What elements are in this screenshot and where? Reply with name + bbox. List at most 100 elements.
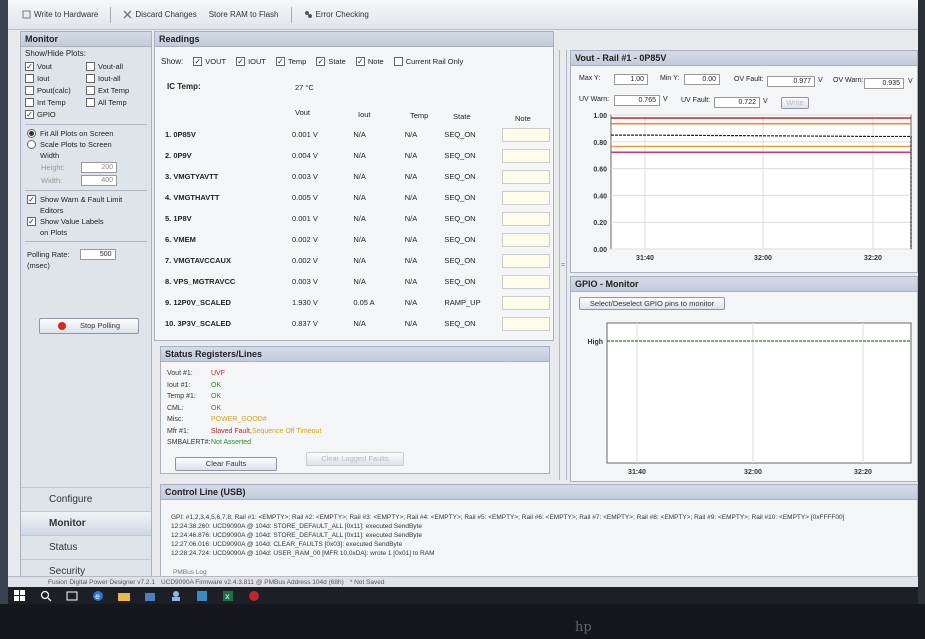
show-temp-checkbox[interactable]: ✓ Temp bbox=[276, 57, 306, 66]
rail-iout: N/A bbox=[353, 319, 366, 328]
plot-checkbox-all-temp[interactable]: All Temp bbox=[86, 98, 147, 107]
note-cell bbox=[502, 250, 550, 271]
people-icon[interactable] bbox=[170, 590, 182, 602]
select-gpio-pins-button[interactable]: Select/Deselect GPIO pins to monitor bbox=[579, 297, 725, 310]
nav-monitor[interactable]: Monitor bbox=[21, 511, 151, 535]
x-tick-label: 31:40 bbox=[628, 469, 646, 476]
app-icon[interactable] bbox=[196, 590, 208, 602]
readings-row: 8. VPS_MGTRAVCC 0.003 V N/A N/A SEQ_ON bbox=[165, 271, 550, 292]
excel-icon[interactable]: x bbox=[222, 590, 234, 602]
note-input[interactable] bbox=[502, 274, 550, 289]
note-input[interactable] bbox=[502, 295, 550, 310]
status-key: CML: bbox=[167, 404, 184, 412]
rail-name: 9. 12P0V_SCALED bbox=[165, 298, 231, 307]
status-value: OK bbox=[211, 393, 222, 401]
readings-panel: Readings Show: ✓ VOUT ✓ IOUT ✓ Temp ✓ State … bbox=[154, 31, 554, 341]
show-state-checkbox[interactable]: ✓ State bbox=[316, 57, 346, 66]
current-rail-only-checkbox[interactable]: Current Rail Only bbox=[393, 57, 463, 66]
readings-row: 3. VMGTYAVTT 0.003 V N/A N/A SEQ_ON bbox=[165, 166, 550, 187]
monitor-bezel: hp bbox=[0, 604, 925, 639]
firmware-info: UCD9090A Firmware v2.4.3.811 @ PMBus Add… bbox=[160, 578, 344, 586]
task-view-icon[interactable] bbox=[66, 590, 78, 602]
write-to-hardware-button[interactable]: Write to Hardware bbox=[18, 8, 102, 21]
note-input[interactable] bbox=[502, 232, 550, 247]
plot-checkbox-pout[interactable]: Pout(calc) bbox=[25, 86, 86, 95]
file-explorer-icon[interactable] bbox=[118, 590, 130, 602]
store-ram-to-flash-button[interactable]: Store RAM to Flash bbox=[205, 8, 283, 21]
min-y-input[interactable]: 0.00 bbox=[684, 74, 720, 85]
show-iout-checkbox[interactable]: ✓ IOUT bbox=[236, 57, 266, 66]
checkbox-icon bbox=[25, 98, 34, 107]
show-value-labels-checkbox[interactable]: ✓ Show Value Labels bbox=[21, 216, 151, 227]
nav-status[interactable]: Status bbox=[21, 535, 151, 559]
note-input[interactable] bbox=[502, 190, 550, 205]
note-cell bbox=[502, 124, 550, 145]
error-checking-button[interactable]: Error Checking bbox=[300, 8, 373, 21]
plot-checkbox-vout[interactable]: ✓ Vout bbox=[25, 62, 86, 71]
write-icon bbox=[22, 10, 31, 19]
status-row: Mfr #1: Slaved Fault, Sequence Off Timeou… bbox=[161, 426, 549, 438]
checkbox-icon bbox=[86, 98, 95, 107]
ov-fault-label: OV Fault: bbox=[734, 76, 764, 83]
fit-all-plots-radio[interactable]: Fit All Plots on Screen bbox=[21, 128, 151, 139]
note-input[interactable] bbox=[502, 127, 550, 142]
search-icon[interactable] bbox=[40, 590, 52, 602]
checkbox-checked-icon: ✓ bbox=[27, 194, 36, 204]
rail-state: SEQ_ON bbox=[444, 151, 476, 160]
ov-fault-input[interactable]: 0.977 bbox=[767, 76, 815, 87]
fusion-designer-icon[interactable] bbox=[248, 590, 260, 602]
plot-checkbox-iout[interactable]: Iout bbox=[25, 74, 86, 83]
rail-temp: N/A bbox=[404, 214, 418, 223]
height-row: Height: 200 bbox=[21, 161, 151, 174]
uv-warn-input[interactable]: 0.765 bbox=[614, 95, 660, 106]
rail-state: SEQ_ON bbox=[444, 214, 476, 223]
width-input[interactable]: 400 bbox=[81, 175, 117, 186]
polling-rate-input[interactable]: 500 bbox=[79, 249, 116, 260]
height-input[interactable]: 200 bbox=[81, 162, 117, 173]
log-line: 12:27:06.016: UCD9090A @ 104d: CLEAR_FAU… bbox=[171, 541, 403, 548]
plot-checkbox-int-temp[interactable]: Int Temp bbox=[25, 98, 86, 107]
write-limits-button[interactable]: Write bbox=[781, 97, 809, 109]
readings-row: 5. 1P8V 0.001 V N/A N/A SEQ_ON bbox=[165, 208, 550, 229]
uv-fault-input[interactable]: 0.722 bbox=[714, 97, 760, 108]
windows-start-icon[interactable] bbox=[14, 589, 26, 602]
checkbox-icon bbox=[393, 57, 403, 66]
edge-browser-icon[interactable]: e bbox=[92, 590, 104, 602]
gpio-chart-plot: 31:40 32:00 32:20 High bbox=[587, 322, 912, 476]
pmbus-log-link[interactable]: PMBus Log bbox=[173, 569, 207, 576]
col-header-vout: Vout bbox=[295, 108, 311, 117]
readings-show-options: Show: ✓ VOUT ✓ IOUT ✓ Temp ✓ State ✓ Note Cur… bbox=[161, 56, 464, 66]
note-input[interactable] bbox=[502, 148, 550, 163]
note-input[interactable] bbox=[502, 253, 550, 268]
show-note-checkbox[interactable]: ✓ Note bbox=[355, 57, 384, 66]
clear-logged-faults-button[interactable]: Clear Logged Faults bbox=[306, 452, 404, 466]
note-cell bbox=[502, 313, 550, 334]
show-warn-fault-checkbox[interactable]: ✓ Show Warn & Fault Limit bbox=[21, 194, 151, 205]
stop-polling-button[interactable]: Stop Polling bbox=[39, 318, 139, 334]
discard-changes-button[interactable]: Discard Changes bbox=[119, 8, 200, 21]
app-version: Fusion Digital Power Designer v7.2.1 bbox=[48, 578, 155, 586]
plot-checkbox-iout-all[interactable]: Iout-all bbox=[86, 74, 147, 83]
scale-plots-radio[interactable]: Scale Plots to Screen bbox=[21, 139, 151, 150]
nav-configure[interactable]: Configure bbox=[21, 487, 151, 511]
note-input[interactable] bbox=[502, 169, 550, 184]
plot-checkbox-ext-temp[interactable]: Ext Temp bbox=[86, 86, 147, 95]
plot-checkbox-vout-all[interactable]: Vout-all bbox=[86, 62, 147, 71]
checkbox-checked-icon: ✓ bbox=[316, 56, 326, 66]
y-tick-label: 0.20 bbox=[593, 220, 607, 227]
note-input[interactable] bbox=[502, 316, 550, 331]
splitter-handle[interactable]: = bbox=[559, 50, 567, 480]
clear-faults-button[interactable]: Clear Faults bbox=[175, 457, 277, 471]
show-vout-checkbox[interactable]: ✓ VOUT bbox=[193, 57, 226, 66]
col-header-iout: Iout bbox=[358, 110, 371, 119]
monitor-bezel-right bbox=[918, 0, 925, 604]
rail-name: 4. VMGTHAVTT bbox=[165, 193, 220, 202]
note-input[interactable] bbox=[502, 211, 550, 226]
note-cell bbox=[502, 271, 550, 292]
max-y-input[interactable]: 1.00 bbox=[614, 74, 648, 85]
plot-checkbox-gpio[interactable]: ✓ GPIO bbox=[25, 110, 86, 119]
ov-warn-input[interactable]: 0.935 bbox=[864, 78, 904, 89]
store-icon[interactable] bbox=[144, 590, 156, 602]
svg-text:x: x bbox=[225, 592, 230, 601]
readings-row: 7. VMGTAVCCAUX 0.002 V N/A N/A SEQ_ON bbox=[165, 250, 550, 271]
